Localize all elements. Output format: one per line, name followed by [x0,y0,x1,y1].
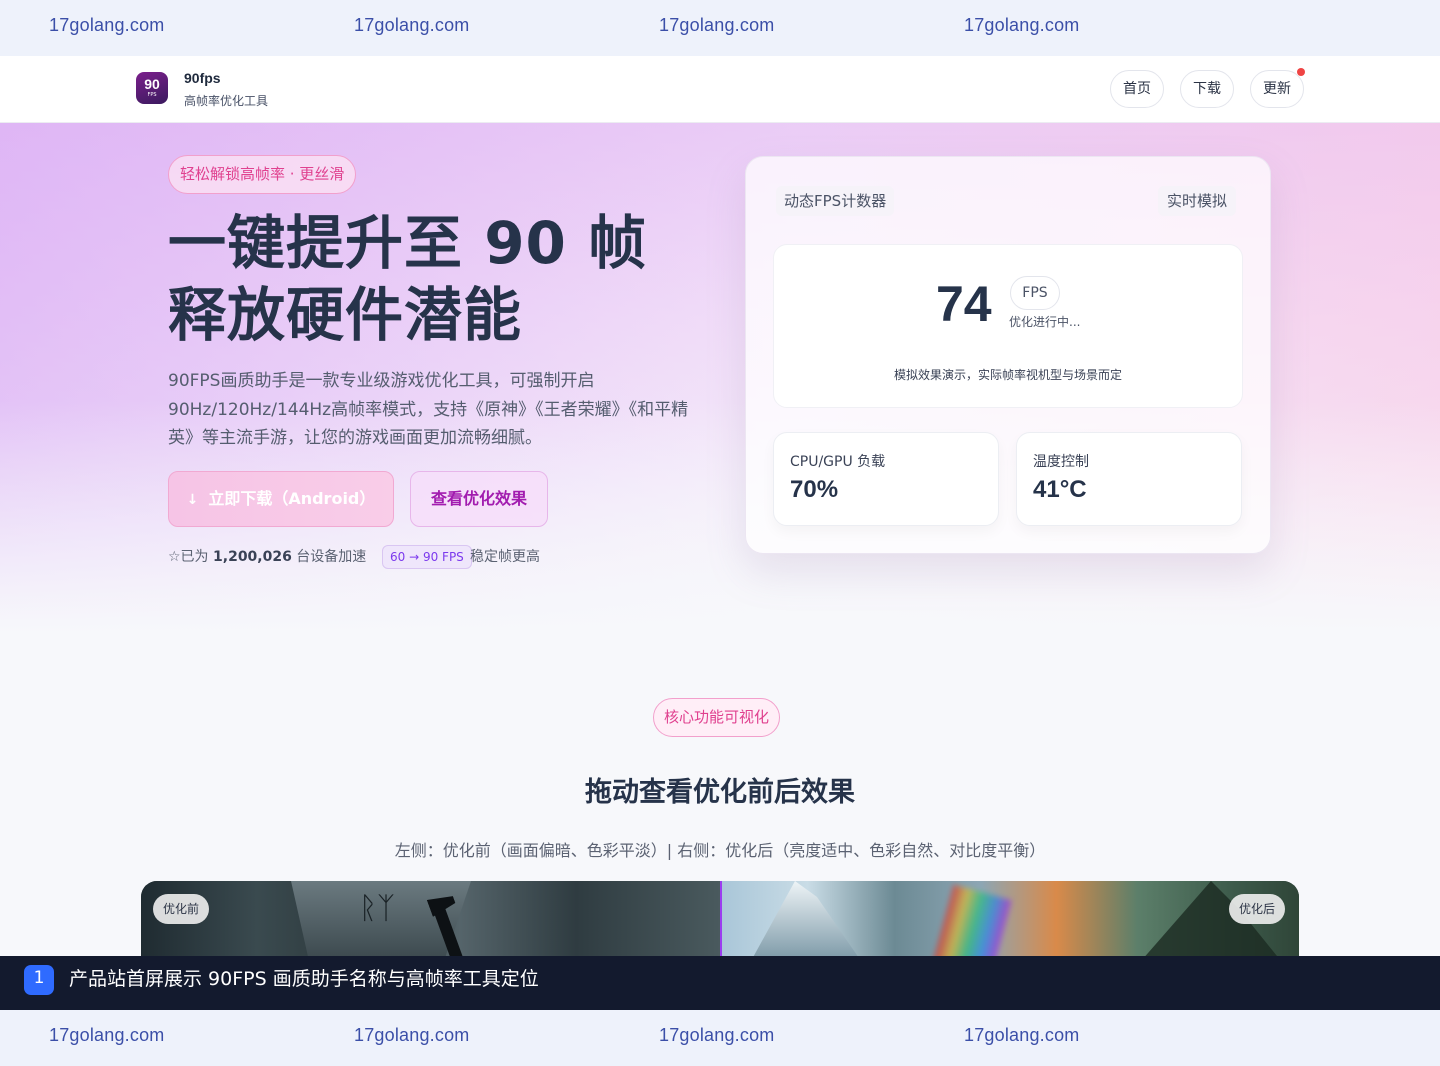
brand-subtitle: 高帧率优化工具 [184,94,269,108]
fps-card-mode: 实时模拟 [1158,186,1237,216]
stats-prefix: ☆已为 [168,549,209,565]
metric-label-temperature: 温度控制 [1033,454,1089,470]
fps-value: 74 [936,276,992,332]
fps-upgrade-badge: 60 → 90 FPS [382,545,472,569]
watermark-text: 17golang.com [964,15,1080,35]
metric-value-load: 70% [790,476,839,503]
metric-label-load: CPU/GPU 负载 [790,454,886,470]
before-image: ᚱᛉ [141,881,721,961]
app-logo[interactable]: 90 FPS [136,72,168,104]
watermark-text: 17golang.com [354,1025,470,1045]
download-button-label: 立即下载（Android） [208,489,376,508]
after-label: 优化后 [1229,894,1286,924]
watermark-text: 17golang.com [659,15,775,35]
stats-count: 1,200,026 [213,549,292,565]
watermark-bar-top: 17golang.com 17golang.com 17golang.com 1… [0,0,1440,56]
download-android-button[interactable]: ↓ 立即下载（Android） [168,471,394,527]
nav-home-button[interactable]: 首页 [1110,70,1164,108]
stable-frame-text: 稳定帧更高 [470,549,540,565]
fps-unit-badge: FPS [1010,276,1060,310]
hero-description: 90FPS画质助手是一款专业级游戏优化工具，可强制开启90Hz/120Hz/14… [168,371,689,448]
watermark-text: 17golang.com [964,1025,1080,1045]
nav-download-button[interactable]: 下载 [1180,70,1234,108]
after-image [721,881,1299,961]
hero-tag: 轻松解锁高帧率 · 更丝滑 [168,155,357,194]
watermark-bar-bottom: 17golang.com 17golang.com 17golang.com 1… [0,1010,1440,1066]
comparison-slider-handle[interactable] [720,881,722,961]
hero-title-line1: 一键提升至 90 帧 [168,209,648,277]
watermark-text: 17golang.com [354,15,470,35]
hero-title-line2: 释放硬件潜能 [168,281,523,349]
rainbow [930,884,1012,961]
nav-update-button[interactable]: 更新 [1250,70,1304,108]
logo-number: 90 [144,76,160,92]
features-title: 拖动查看优化前后效果 [585,777,855,808]
fps-display-panel [773,244,1243,408]
metric-value-temperature: 41°C [1033,476,1087,503]
update-notification-dot [1297,68,1305,76]
caption-number: 1 [24,965,54,995]
stats-suffix: 台设备加速 [296,549,367,565]
hero-title: 一键提升至 90 帧 释放硬件潜能 [168,207,647,351]
watermark-text: 17golang.com [659,1025,775,1045]
site-header: 90 FPS 90fps 高帧率优化工具 首页 下载 更新 [0,56,1440,123]
caption-text: 产品站首屏展示 90FPS 画质助手名称与高帧率工具定位 [69,968,539,990]
download-icon: ↓ [186,492,199,508]
features-tag: 核心功能可视化 [653,698,781,737]
device-stats: ☆已为 1,200,026 台设备加速 [168,547,366,567]
fps-note: 模拟效果演示，实际帧率视机型与场景而定 [893,368,1122,382]
logo-label: FPS [147,92,157,98]
view-effect-button[interactable]: 查看优化效果 [410,471,548,527]
fps-card-title: 动态FPS计数器 [776,186,895,216]
rune-carving: ᚱᛉ [359,891,395,926]
snowy-mountain [751,881,861,961]
fps-status: 优化进行中... [1009,315,1081,329]
watermark-text: 17golang.com [49,15,165,35]
brand-name[interactable]: 90fps [184,70,221,86]
before-label: 优化前 [153,894,210,924]
features-description: 左侧：优化前（画面偏暗、色彩平淡）| 右侧：优化后（亮度适中、色彩自然、对比度平… [394,841,1046,860]
watermark-text: 17golang.com [49,1025,165,1045]
